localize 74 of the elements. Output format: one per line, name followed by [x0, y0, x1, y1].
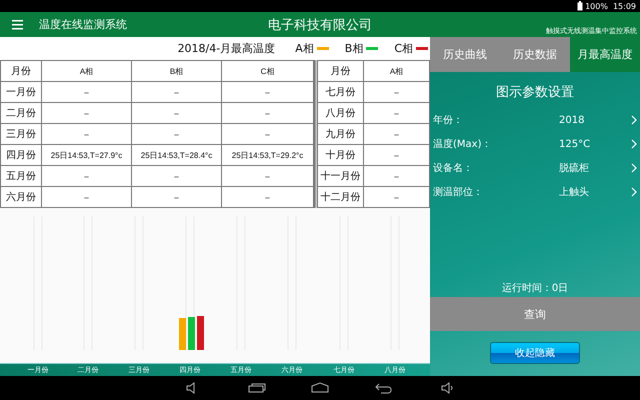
table-cell: –: [132, 102, 222, 124]
table-cell: –: [42, 82, 132, 102]
month-cell: 十二月份: [318, 186, 364, 208]
month-cell: 三月份: [0, 124, 42, 144]
bar: [188, 317, 195, 350]
setting-row[interactable]: 温度(Max)： 125°C: [430, 132, 640, 156]
table-cell: –: [222, 82, 314, 102]
table-cell: –: [132, 82, 222, 102]
month-cell: 二月份: [0, 102, 42, 124]
query-button[interactable]: 查询: [430, 297, 640, 331]
table-cell: –: [222, 186, 314, 208]
table-cell: 25日14:53,T=29.2°c: [222, 144, 314, 166]
month-cell: 八月份: [318, 102, 364, 124]
app-title: 温度在线监测系统: [39, 17, 127, 32]
month-cell: 七月份: [318, 82, 364, 102]
month-cell: 六月份: [0, 186, 42, 208]
month-cell: 四月份: [0, 144, 42, 166]
recent-apps-icon: [248, 382, 266, 394]
table-cell: –: [222, 102, 314, 124]
setting-row[interactable]: 测温部位： 上触头: [430, 180, 640, 204]
tab[interactable]: 历史曲线: [430, 37, 500, 72]
table-cell: –: [132, 166, 222, 186]
menu-icon: [12, 20, 23, 30]
volume-down-button[interactable]: [186, 382, 196, 394]
settings-title: 图示参数设置: [495, 84, 575, 101]
column-header: B相: [132, 60, 222, 82]
month-cell: 九月份: [318, 124, 364, 144]
table-cell: 25日14:53,T=27.9°c: [42, 144, 132, 166]
volume-up-button[interactable]: [441, 382, 454, 394]
chevron-icon: [631, 187, 637, 197]
runtime-text: 运行时间：0日: [500, 282, 570, 295]
column-header: C相: [222, 60, 314, 82]
table-cell: 25日14:53,T=28.4°c: [132, 144, 222, 166]
column-header: 月份: [318, 60, 364, 82]
column-header: 月份: [0, 60, 42, 82]
company-name: 电子科技有限公司: [268, 18, 372, 33]
home-icon: [311, 382, 329, 394]
setting-row[interactable]: 年份： 2018: [430, 108, 640, 132]
bar: [179, 318, 186, 350]
table-cell: –: [222, 124, 314, 144]
setting-row[interactable]: 设备名： 脱硫柜: [430, 156, 640, 180]
back-button[interactable]: [375, 382, 392, 394]
table-cell: –: [42, 166, 132, 186]
back-icon: [375, 382, 392, 394]
table-cell: –: [222, 166, 314, 186]
table-cell: –: [132, 124, 222, 144]
chart-title: 2018/4-月最高温度: [178, 41, 276, 56]
battery-level: 100%: [585, 2, 608, 10]
chevron-icon: [631, 163, 637, 173]
table-cell: –: [42, 124, 132, 144]
legend-label: B相: [344, 41, 364, 56]
tab[interactable]: 月最高温度: [570, 37, 640, 72]
volume-down-icon: [186, 382, 196, 394]
volume-up-icon: [441, 382, 454, 394]
month-cell: 五月份: [0, 166, 42, 186]
table-cell: –: [42, 102, 132, 124]
column-header: A相: [364, 60, 430, 82]
chevron-icon: [631, 139, 637, 149]
hide-button[interactable]: 收起隐藏: [490, 342, 580, 364]
clock: 15:09: [612, 2, 636, 10]
legend-label: C相: [394, 41, 413, 56]
recent-apps-button[interactable]: [248, 382, 266, 394]
chevron-icon: [631, 115, 637, 125]
legend-label: A相: [295, 41, 314, 56]
home-button[interactable]: [311, 382, 329, 394]
table-cell: –: [132, 186, 222, 208]
battery-icon: [577, 1, 584, 11]
tab[interactable]: 历史数据: [500, 37, 570, 72]
month-cell: 十一月份: [318, 166, 364, 186]
month-cell: 一月份: [0, 82, 42, 102]
table-cell: –: [42, 186, 132, 208]
bar: [197, 316, 204, 350]
month-cell: 十月份: [318, 144, 364, 166]
column-header: A相: [42, 60, 132, 82]
